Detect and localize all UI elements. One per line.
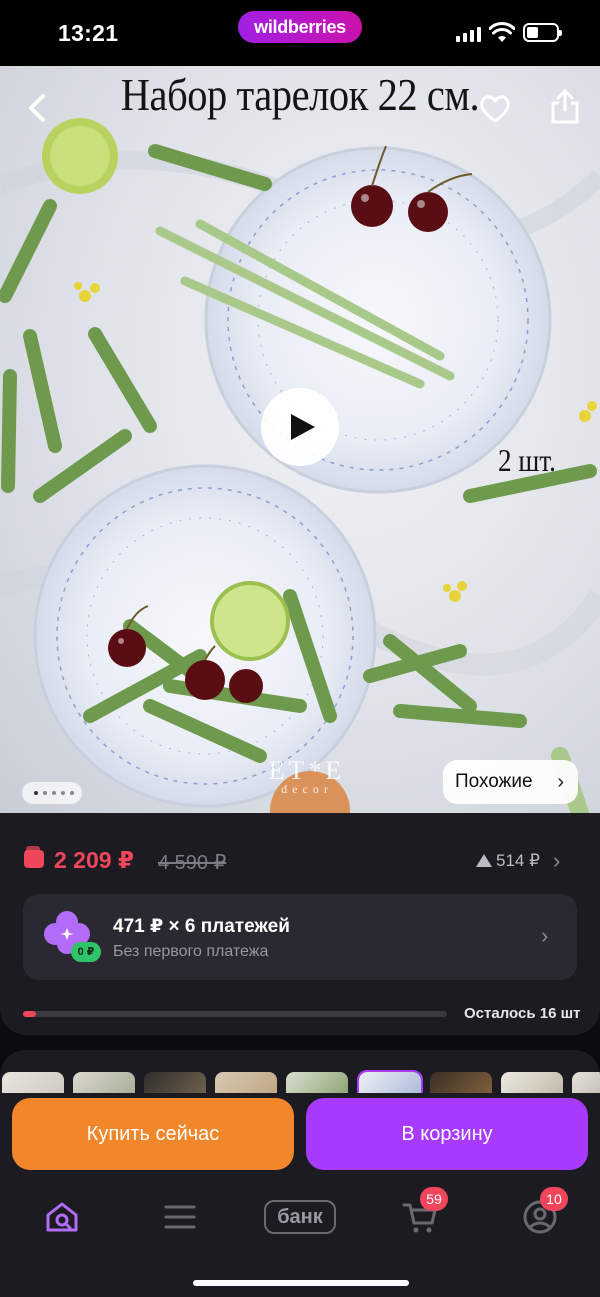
- profile-notification-badge: 10: [540, 1187, 568, 1211]
- zero-first-payment-badge: 0 ₽: [71, 942, 101, 962]
- stock-remaining-text: Осталось 16 шт: [464, 1005, 581, 1022]
- profile-tab[interactable]: 10: [520, 1187, 568, 1237]
- price-change[interactable]: 514 ₽: [476, 851, 540, 871]
- chevron-right-icon: ›: [557, 771, 564, 793]
- status-bar: 13:21 wildberries: [0, 0, 600, 66]
- price-panel: 2 209 ₽ 4 590 ₽ 514 ₽ › 0 ₽ 471 ₽ × 6 пл…: [0, 813, 600, 1035]
- wifi-icon: [489, 22, 515, 42]
- stock-progress-fill: [23, 1011, 36, 1017]
- wallet-icon: [24, 846, 44, 868]
- purchase-actions: Купить сейчас В корзину: [0, 1093, 600, 1183]
- stock-progress-bar: [23, 1011, 447, 1017]
- chevron-right-icon[interactable]: ›: [553, 848, 560, 874]
- menu-icon[interactable]: [160, 1197, 200, 1237]
- installment-subtitle: Без первого платежа: [113, 943, 269, 960]
- current-price: 2 209 ₽: [54, 847, 134, 873]
- gallery-page-indicator: [22, 782, 82, 804]
- product-gallery[interactable]: Набор тарелок 22 см. 2 шт. ET*E decor По…: [0, 66, 600, 813]
- installment-title: 471 ₽ × 6 платежей: [113, 916, 290, 937]
- share-icon[interactable]: [548, 88, 582, 126]
- home-search-icon[interactable]: [42, 1197, 82, 1237]
- brand-watermark: ET*E decor: [262, 756, 352, 797]
- old-price: 4 590 ₽: [158, 852, 227, 874]
- wildberries-logo: wildberries: [238, 11, 362, 43]
- image-quantity-overlay: 2 шт.: [498, 442, 556, 478]
- add-to-cart-button[interactable]: В корзину: [306, 1098, 588, 1170]
- cellular-signal-icon: [456, 26, 482, 42]
- bank-tab[interactable]: банк: [264, 1200, 336, 1234]
- battery-icon: [523, 23, 562, 42]
- similar-products-button[interactable]: Похожие ›: [443, 760, 578, 804]
- installment-card[interactable]: 0 ₽ 471 ₽ × 6 платежей Без первого плате…: [23, 894, 577, 980]
- brand-watermark-text: ET*E: [268, 756, 346, 785]
- back-arrow-icon[interactable]: [18, 88, 58, 128]
- cart-tab[interactable]: 59: [400, 1187, 448, 1237]
- similar-products-label: Похожие: [455, 771, 533, 792]
- status-time: 13:21: [58, 20, 119, 46]
- chevron-right-icon: ›: [541, 923, 549, 948]
- home-indicator: [193, 1280, 409, 1286]
- cart-count-badge: 59: [420, 1187, 448, 1211]
- buy-now-button[interactable]: Купить сейчас: [12, 1098, 294, 1170]
- play-video-button[interactable]: [261, 388, 339, 466]
- favorite-heart-icon[interactable]: [478, 92, 512, 126]
